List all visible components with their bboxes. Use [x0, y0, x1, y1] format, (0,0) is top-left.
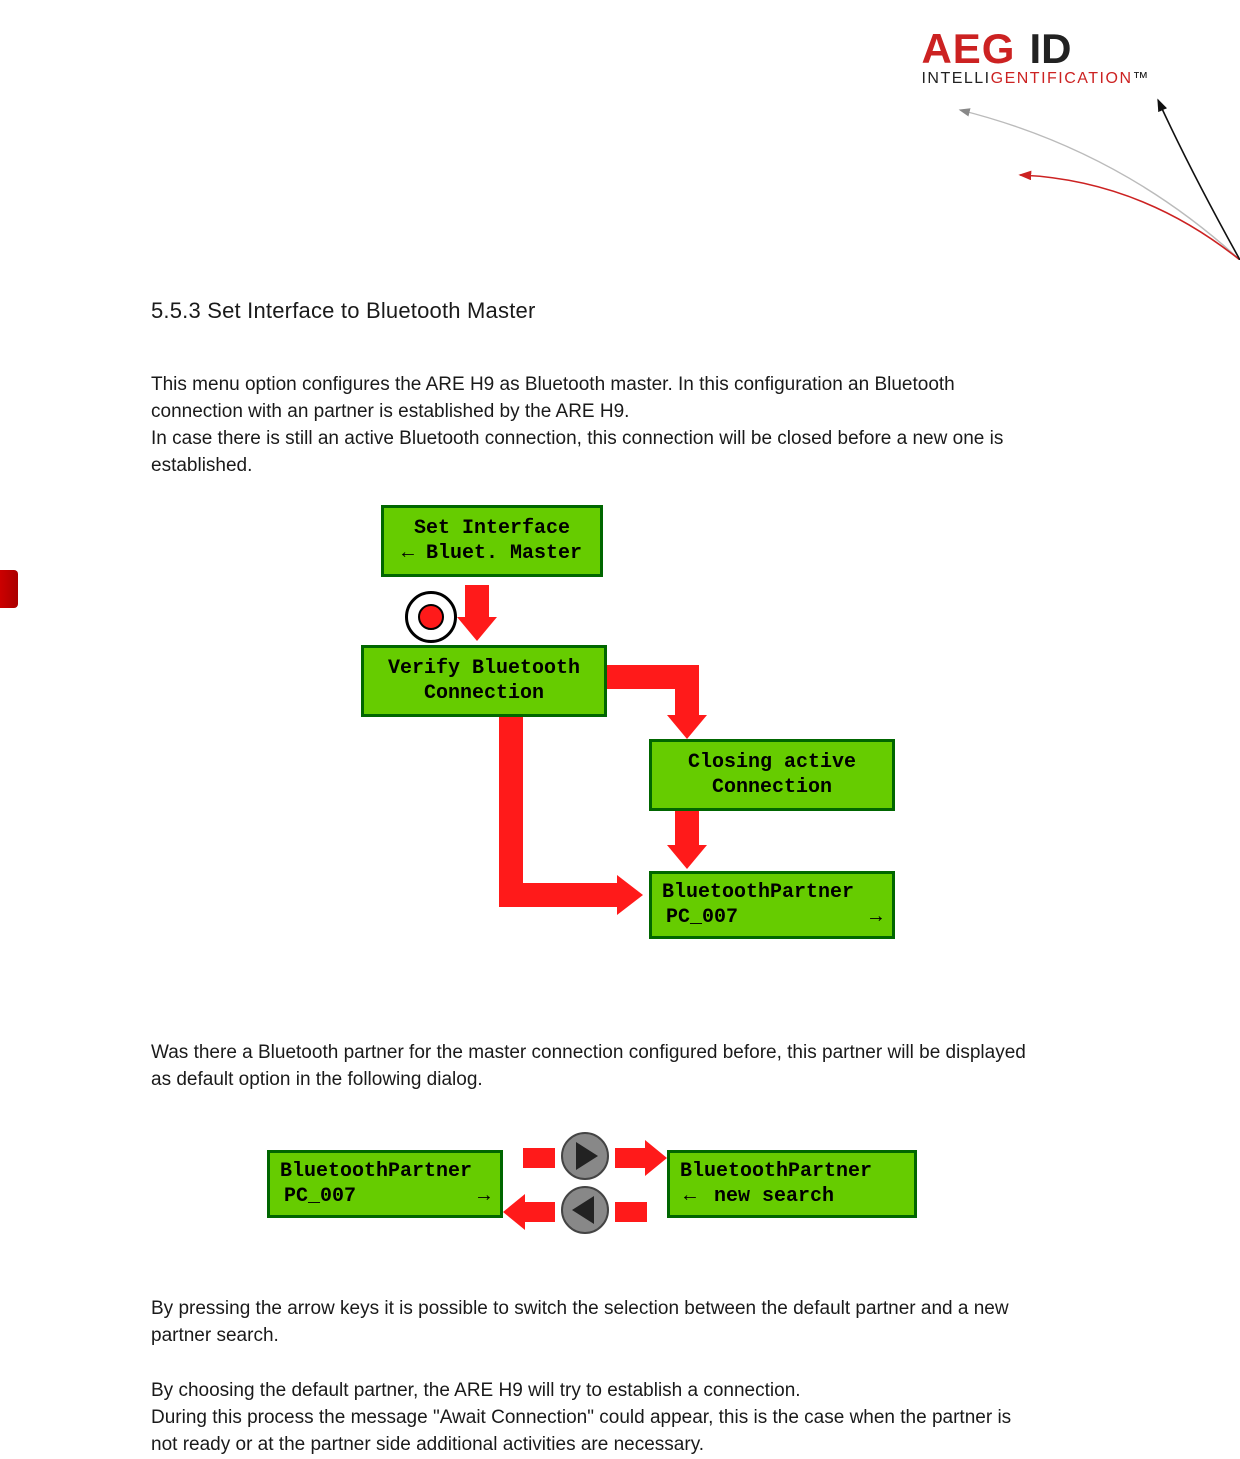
box-bt-partner-line1: BluetoothPartner: [662, 880, 886, 905]
box-bt-partner2-line1: BluetoothPartner: [280, 1159, 494, 1184]
side-tab-marker: [0, 570, 18, 608]
flow-diagram-1: Set Interface ← Bluet. Master Verify Blu…: [269, 505, 919, 1030]
nav-left-button-icon: [561, 1186, 609, 1234]
box-set-interface: Set Interface ← Bluet. Master: [381, 505, 603, 577]
middle-paragraph: Was there a Bluetooth partner for the ma…: [151, 1040, 1026, 1094]
main-button-icon: [405, 591, 457, 643]
box-closing-line2: Connection: [658, 775, 886, 800]
arrow-right-icon: →: [870, 905, 882, 930]
arrow-left-icon: ←: [684, 1184, 696, 1209]
box-bt-partner-line2: PC_007: [666, 905, 738, 930]
logo-block: AEG ID INTELLIGENTIFICATION™: [921, 28, 1150, 88]
logo-tagline: INTELLIGENTIFICATION™: [921, 70, 1150, 88]
intro-paragraph-1: This menu option configures the ARE H9 a…: [151, 372, 1026, 426]
box-verify-line2: Connection: [370, 681, 598, 706]
intro-paragraph-2: In case there is still an active Bluetoo…: [151, 426, 1026, 480]
box-verify-line1: Verify Bluetooth: [370, 656, 598, 681]
box-set-interface-line1: Set Interface: [390, 516, 594, 541]
para-await-connection: During this process the message "Await C…: [151, 1405, 1026, 1459]
logo-brand: AEG: [921, 28, 1015, 70]
box-set-interface-line2: ← Bluet. Master: [390, 541, 594, 566]
para-arrow-keys: By pressing the arrow keys it is possibl…: [151, 1296, 1026, 1350]
box-closing-connection: Closing active Connection: [649, 739, 895, 811]
para-default-partner: By choosing the default partner, the ARE…: [151, 1378, 1026, 1405]
box-new-search: BluetoothPartner ← new search: [667, 1150, 917, 1218]
flow-diagram-2: BluetoothPartner PC_007 → BluetoothPartn…: [241, 1122, 941, 1262]
section-heading: 5.5.3 Set Interface to Bluetooth Master: [151, 298, 1026, 324]
box-new-search-line1: BluetoothPartner: [680, 1159, 908, 1184]
arrow-right-icon: →: [478, 1184, 490, 1209]
box-bt-partner2-line2: PC_007: [284, 1184, 356, 1209]
box-bt-partner: BluetoothPartner PC_007 →: [649, 871, 895, 939]
nav-right-button-icon: [561, 1132, 609, 1180]
box-bt-partner-2: BluetoothPartner PC_007 →: [267, 1150, 503, 1218]
box-closing-line1: Closing active: [658, 750, 886, 775]
box-verify-connection: Verify Bluetooth Connection: [361, 645, 607, 717]
logo-id: ID: [1029, 28, 1071, 70]
box-new-search-line2: new search: [714, 1184, 834, 1209]
